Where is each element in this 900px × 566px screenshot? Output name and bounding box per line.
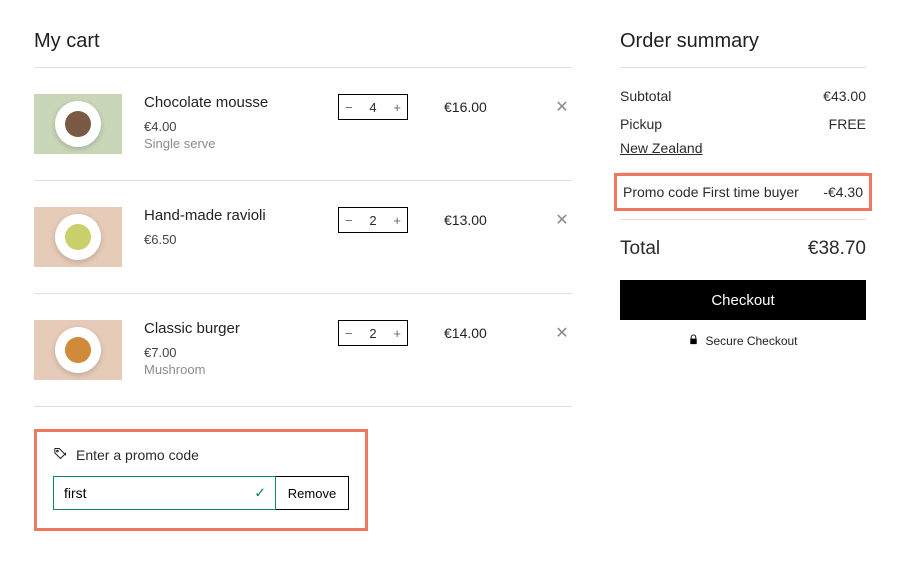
divider (34, 406, 572, 407)
checkout-button[interactable]: Checkout (620, 280, 866, 320)
item-unit-price: €7.00 (144, 345, 316, 360)
item-thumbnail (34, 207, 122, 267)
location-link[interactable]: New Zealand (620, 140, 703, 156)
item-controls: − 2 + €13.00 ✕ (338, 207, 572, 233)
promo-input-row: ✓ Remove (53, 476, 349, 510)
item-controls: − 4 + €16.00 ✕ (338, 94, 572, 120)
summary-title: Order summary (620, 30, 866, 53)
promo-input-wrap: ✓ (53, 476, 276, 510)
item-variant: Single serve (144, 136, 316, 151)
promo-label-row: Enter a promo code (53, 446, 349, 464)
item-controls: − 2 + €14.00 ✕ (338, 320, 572, 346)
item-info: Hand-made ravioli €6.50 (144, 207, 316, 249)
total-row: Total €38.70 (620, 220, 866, 280)
subtotal-label: Subtotal (620, 88, 671, 104)
quantity-stepper[interactable]: − 2 + (338, 320, 408, 346)
item-thumbnail (34, 320, 122, 380)
cart-column: My cart Chocolate mousse €4.00 Single se… (34, 30, 572, 566)
plate-icon (55, 327, 101, 373)
total-label: Total (620, 238, 660, 260)
summary-column: Order summary Subtotal €43.00 Pickup FRE… (620, 30, 866, 566)
promo-code-box: Enter a promo code ✓ Remove (34, 429, 368, 531)
remove-item-button[interactable]: ✕ (552, 323, 572, 343)
remove-item-button[interactable]: ✕ (552, 210, 572, 230)
item-variant: Mushroom (144, 362, 316, 377)
secure-checkout-label: Secure Checkout (705, 334, 797, 348)
promo-label: Enter a promo code (76, 447, 199, 463)
secure-checkout-row: Secure Checkout (620, 334, 866, 348)
increment-button[interactable]: + (393, 101, 401, 114)
promo-applied-label: Promo code First time buyer (623, 184, 799, 200)
item-unit-price: €6.50 (144, 232, 316, 247)
item-name: Chocolate mousse (144, 94, 316, 111)
decrement-button[interactable]: − (345, 327, 353, 340)
subtotal-value: €43.00 (823, 88, 866, 104)
item-name: Hand-made ravioli (144, 207, 316, 224)
increment-button[interactable]: + (393, 327, 401, 340)
plate-icon (55, 101, 101, 147)
remove-item-button[interactable]: ✕ (552, 97, 572, 117)
pickup-label: Pickup (620, 116, 662, 132)
promo-remove-button[interactable]: Remove (276, 476, 349, 510)
promo-code-input[interactable] (53, 476, 276, 510)
total-value: €38.70 (808, 238, 866, 260)
subtotal-row: Subtotal €43.00 (620, 82, 866, 110)
item-name: Classic burger (144, 320, 316, 337)
pickup-row: Pickup FREE (620, 110, 866, 138)
tag-icon (53, 446, 68, 464)
cart-item-row: Hand-made ravioli €6.50 − 2 + €13.00 ✕ (34, 181, 572, 293)
plate-icon (55, 214, 101, 260)
item-line-total: €16.00 (444, 99, 516, 115)
cart-title: My cart (34, 30, 572, 53)
item-info: Chocolate mousse €4.00 Single serve (144, 94, 316, 151)
quantity-value: 2 (369, 326, 376, 341)
cart-item-row: Classic burger €7.00 Mushroom − 2 + €14.… (34, 294, 572, 406)
increment-button[interactable]: + (393, 214, 401, 227)
item-thumbnail (34, 94, 122, 154)
quantity-value: 4 (369, 100, 376, 115)
item-line-total: €13.00 (444, 212, 516, 228)
lock-icon (688, 334, 699, 348)
quantity-stepper[interactable]: − 2 + (338, 207, 408, 233)
check-icon: ✓ (254, 485, 266, 502)
decrement-button[interactable]: − (345, 214, 353, 227)
item-unit-price: €4.00 (144, 119, 316, 134)
decrement-button[interactable]: − (345, 101, 353, 114)
quantity-stepper[interactable]: − 4 + (338, 94, 408, 120)
promo-applied-value: -€4.30 (823, 184, 863, 200)
quantity-value: 2 (369, 213, 376, 228)
promo-applied-row: Promo code First time buyer -€4.30 (614, 173, 872, 211)
pickup-value: FREE (829, 116, 866, 132)
item-info: Classic burger €7.00 Mushroom (144, 320, 316, 377)
cart-items: Chocolate mousse €4.00 Single serve − 4 … (34, 68, 572, 407)
summary-section: Subtotal €43.00 Pickup FREE New Zealand (620, 68, 866, 172)
cart-item-row: Chocolate mousse €4.00 Single serve − 4 … (34, 68, 572, 180)
item-line-total: €14.00 (444, 325, 516, 341)
